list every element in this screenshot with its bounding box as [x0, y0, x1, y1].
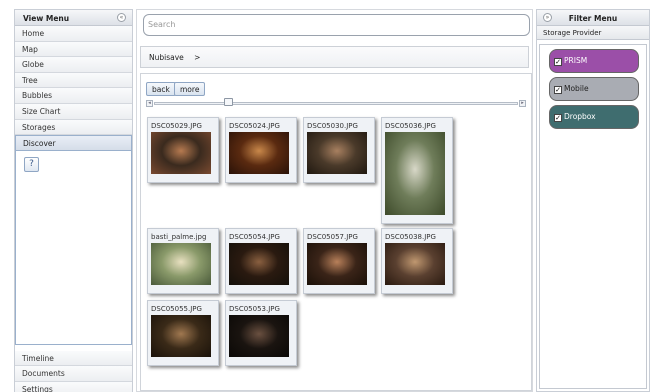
search-input[interactable]: Search: [143, 14, 530, 36]
mobile-checkbox[interactable]: ✓: [554, 86, 562, 94]
provider-prism[interactable]: ✓ PRISM: [549, 49, 639, 73]
nav-item-timeline[interactable]: Timeline: [15, 350, 132, 367]
thumbnail-card[interactable]: DSC05055.JPG: [147, 300, 219, 366]
thumbnail-card[interactable]: DSC05054.JPG: [225, 228, 297, 294]
provider-mobile[interactable]: ✓ Mobile: [549, 77, 639, 101]
help-icon[interactable]: ?: [24, 156, 39, 172]
thumbnail-card[interactable]: DSC05036.JPG: [381, 117, 453, 224]
dropbox-checkbox[interactable]: ✓: [554, 114, 562, 122]
nav-item-settings[interactable]: Settings: [15, 381, 132, 392]
thumbnail-image[interactable]: [151, 132, 211, 174]
thumbnail-filename: DSC05054.JPG: [229, 233, 280, 241]
thumbnail-image[interactable]: [385, 243, 445, 285]
slider-left-arrow-icon[interactable]: ◂: [146, 100, 153, 107]
thumbnail-filename: DSC05057.JPG: [307, 233, 358, 241]
thumbnail-filename: DSC05053.JPG: [229, 305, 280, 313]
slider-right-arrow-icon[interactable]: ▸: [519, 100, 526, 107]
slider-track[interactable]: [154, 102, 518, 105]
nav-item-globe[interactable]: Globe: [15, 57, 132, 73]
thumbnail-image[interactable]: [229, 315, 289, 357]
nav-item-bubbles[interactable]: Bubbles: [15, 88, 132, 104]
more-button[interactable]: more: [174, 82, 206, 96]
filter-menu-panel: » Filter Menu Storage Provider ✓ PRISM ✓ M…: [536, 9, 650, 392]
thumbnail-card[interactable]: basti_palme.jpg: [147, 228, 219, 294]
breadcrumb-root[interactable]: Nubisave: [149, 53, 184, 62]
view-menu-title: View Menu: [23, 14, 70, 23]
nav-item-map[interactable]: Map: [15, 41, 132, 58]
view-menu-panel: View Menu « Home Map Globe Tree Bubbles …: [14, 9, 133, 392]
file-browser: back more ◂ ▸ DSC05029.JPG DSC05024.JPG DS…: [140, 73, 532, 391]
thumbnail-image[interactable]: [151, 243, 211, 285]
nav-item-discover[interactable]: Discover: [15, 135, 132, 151]
back-button[interactable]: back: [146, 82, 176, 96]
thumbnail-card[interactable]: DSC05057.JPG: [303, 228, 375, 294]
nav-item-size-chart[interactable]: Size Chart: [15, 103, 132, 120]
provider-label-mobile: Mobile: [564, 84, 589, 93]
provider-list: ✓ PRISM ✓ Mobile ✓ Dropbox: [539, 44, 647, 389]
thumbnail-filename: DSC05036.JPG: [385, 122, 436, 130]
thumbnail-card[interactable]: DSC05030.JPG: [303, 117, 375, 183]
thumbnail-image[interactable]: [307, 132, 367, 174]
thumbnail-filename: basti_palme.jpg: [151, 233, 207, 241]
prism-checkbox[interactable]: ✓: [554, 58, 562, 66]
thumbnail-filename: DSC05030.JPG: [307, 122, 358, 130]
thumbnail-image[interactable]: [229, 132, 289, 174]
storage-provider-header: Storage Provider: [537, 26, 649, 40]
nav-item-storages[interactable]: Storages: [15, 119, 132, 136]
thumbnail-filename: DSC05055.JPG: [151, 305, 202, 313]
thumbnail-filename: DSC05038.JPG: [385, 233, 436, 241]
breadcrumb: Nubisave >: [140, 46, 529, 68]
provider-label-prism: PRISM: [564, 56, 588, 65]
thumbnail-card[interactable]: DSC05024.JPG: [225, 117, 297, 183]
provider-label-dropbox: Dropbox: [564, 112, 596, 121]
nav-item-documents[interactable]: Documents: [15, 366, 132, 382]
thumbnail-filename: DSC05029.JPG: [151, 122, 202, 130]
thumbnail-card[interactable]: DSC05053.JPG: [225, 300, 297, 366]
filter-menu-title: Filter Menu: [568, 14, 618, 23]
main-content: Search Nubisave > back more ◂ ▸ DSC05029…: [136, 9, 533, 392]
provider-dropbox[interactable]: ✓ Dropbox: [549, 105, 639, 129]
view-menu-header: View Menu «: [15, 10, 132, 26]
thumbnail-image[interactable]: [385, 132, 445, 215]
thumbnail-image[interactable]: [229, 243, 289, 285]
collapse-left-icon[interactable]: «: [117, 13, 126, 22]
collapse-right-icon[interactable]: »: [543, 13, 552, 22]
nav-item-tree[interactable]: Tree: [15, 72, 132, 89]
thumbnail-image[interactable]: [151, 315, 211, 357]
thumbnail-filename: DSC05024.JPG: [229, 122, 280, 130]
discover-content: ?: [15, 150, 132, 345]
nav-item-home[interactable]: Home: [15, 26, 132, 42]
zoom-slider[interactable]: ◂ ▸: [146, 98, 526, 108]
filter-menu-header: » Filter Menu: [537, 10, 649, 26]
breadcrumb-separator: >: [194, 53, 201, 62]
thumbnail-card[interactable]: DSC05029.JPG: [147, 117, 219, 183]
thumbnail-card[interactable]: DSC05038.JPG: [381, 228, 453, 294]
thumbnail-image[interactable]: [307, 243, 367, 285]
slider-thumb[interactable]: [224, 98, 233, 106]
